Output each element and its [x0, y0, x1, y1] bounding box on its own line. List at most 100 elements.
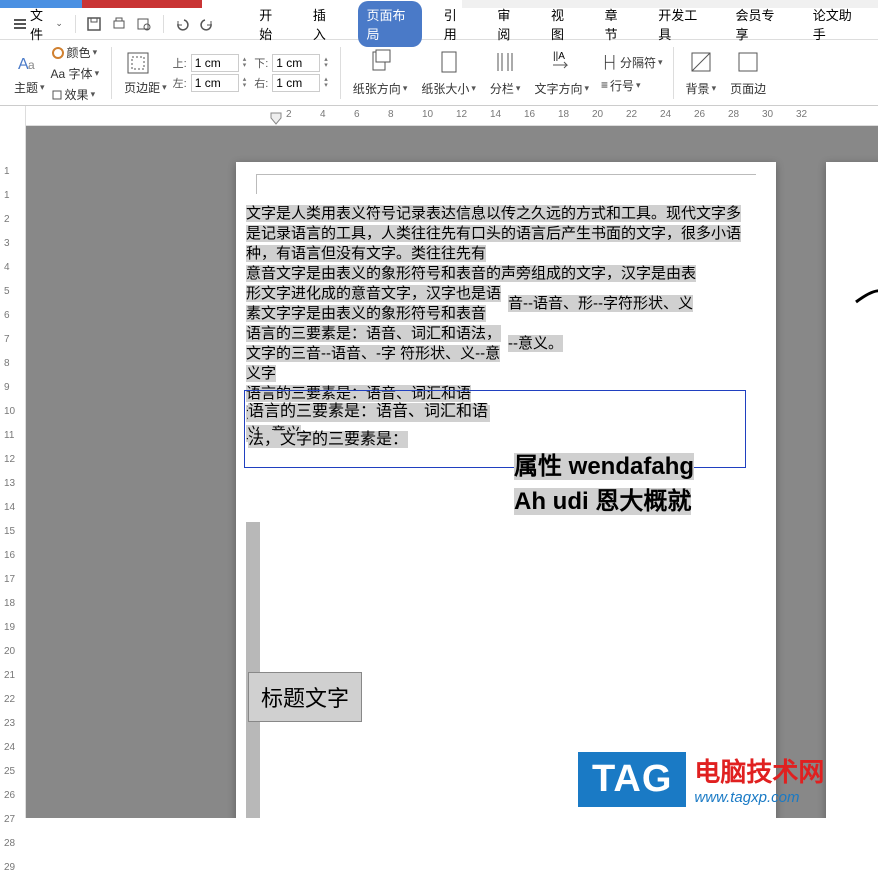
title-text-box[interactable]: 标题文字 — [248, 672, 362, 722]
ruler-active-area — [266, 108, 806, 124]
theme-icon[interactable]: Aa — [14, 49, 42, 77]
paper-dir-button[interactable]: 纸张方向▾ — [347, 43, 414, 103]
margin-bottom-input[interactable] — [272, 54, 320, 72]
h-tick: 24 — [660, 109, 671, 120]
paper-size-icon — [435, 48, 463, 76]
text-dir-button[interactable]: ||A 文字方向▾ — [528, 43, 595, 103]
v-tick: 3 — [4, 238, 10, 249]
theme-label[interactable]: 主题▾ — [14, 79, 45, 96]
page-container[interactable]: 文字是人类用表义符号记录表达信息以传之久远的方式和工具。现代文字多是记录语言的工… — [26, 126, 878, 818]
h-tick: 16 — [524, 109, 535, 120]
save-icon[interactable] — [84, 13, 105, 35]
v-tick: 7 — [4, 334, 10, 345]
v-tick: 25 — [4, 766, 15, 777]
preview-icon[interactable] — [134, 13, 155, 35]
redo-icon[interactable] — [196, 13, 217, 35]
para-1-full[interactable]: 文字是人类用表义符号记录表达信息以传之久远的方式和工具。现代文字多是记录语言的工… — [246, 205, 741, 262]
page-border-button[interactable]: 页面边 — [724, 43, 772, 103]
menu-bar: 文件 ⌄ 开始 插入 页面布局 引用 审阅 视图 章节 开发工具 会员专享 论文… — [0, 8, 878, 40]
separator — [75, 15, 76, 33]
tag-logo: TAG — [578, 752, 686, 807]
para-2a[interactable]: 意音文字是由表义的象形符号和表音的声旁组成的文字，汉字是由表 — [246, 265, 696, 282]
big-text-1[interactable]: 属性 wendafahg — [514, 453, 694, 480]
right-text-2[interactable]: --意义。 — [508, 335, 563, 352]
spinner[interactable]: ▴▾ — [324, 57, 328, 69]
h-tick: 10 — [422, 109, 433, 120]
gray-bar-vert — [246, 522, 260, 818]
file-label: 文件 — [30, 5, 53, 43]
margin-guide — [256, 174, 756, 194]
ribbon-margin-group: 页边距▾ 上:▴▾ 下:▴▾ 左:▴▾ 右:▴▾ — [118, 43, 334, 103]
margin-label[interactable]: 页边距▾ — [124, 79, 167, 96]
v-tick: 14 — [4, 502, 15, 513]
paper-size-button[interactable]: 纸张大小▾ — [415, 43, 482, 103]
separator — [111, 47, 112, 99]
menu-devtools[interactable]: 开发工具 — [650, 1, 713, 47]
font-button[interactable]: Aa 字体▾ — [51, 65, 100, 82]
h-tick: 6 — [354, 109, 360, 120]
h-tick: 20 — [592, 109, 603, 120]
file-menu[interactable]: 文件 ⌄ — [10, 3, 67, 45]
vertical-ruler[interactable]: 1123456789101112131415161718192021222324… — [0, 106, 26, 818]
columns-button[interactable]: 分栏▾ — [484, 43, 527, 103]
v-tick: 1 — [4, 166, 10, 177]
v-tick: 16 — [4, 550, 15, 561]
menu-view[interactable]: 视图 — [543, 1, 583, 47]
print-icon[interactable] — [109, 13, 130, 35]
spinner[interactable]: ▴▾ — [243, 57, 247, 69]
v-tick: 8 — [4, 358, 10, 369]
v-tick: 23 — [4, 718, 15, 729]
frame-text[interactable]: 语言的三要素是：语音、词汇和语法，文字的三要素是： — [248, 403, 488, 448]
separator-button[interactable]: ├┤分隔符▾ — [601, 54, 663, 71]
color-button[interactable]: 颜色▾ — [51, 44, 100, 61]
menu-member[interactable]: 会员专享 — [728, 1, 791, 47]
h-tick: 26 — [694, 109, 705, 120]
line-no-button[interactable]: ≡行号▾ — [601, 77, 663, 94]
separator — [673, 47, 674, 99]
hamburger-icon — [14, 19, 26, 29]
menu-insert[interactable]: 插入 — [305, 1, 345, 47]
horizontal-ruler[interactable]: 2468101214161820222426283032 — [26, 106, 878, 126]
h-tick: 28 — [728, 109, 739, 120]
separator — [340, 47, 341, 99]
margin-top-label: 上: — [173, 55, 187, 71]
menu-reference[interactable]: 引用 — [436, 1, 476, 47]
menu-page-layout[interactable]: 页面布局 — [358, 1, 421, 47]
menu-thesis[interactable]: 论文助手 — [805, 1, 868, 47]
v-tick: 28 — [4, 838, 15, 849]
menu-chapter[interactable]: 章节 — [597, 1, 637, 47]
margin-top-input[interactable] — [191, 54, 239, 72]
v-tick: 15 — [4, 526, 15, 537]
v-tick: 26 — [4, 790, 15, 801]
right-text-1[interactable]: 音--语音、形--字符形状、义 — [508, 295, 693, 312]
para-2b[interactable]: 形文字进化成的意音文字，汉字也是语素文字 — [246, 285, 501, 322]
margin-right-input[interactable] — [272, 74, 320, 92]
spinner[interactable]: ▴▾ — [243, 77, 247, 89]
spinner[interactable]: ▴▾ — [324, 77, 328, 89]
tab-2[interactable] — [82, 0, 202, 8]
effect-button[interactable]: 效果▾ — [51, 86, 100, 103]
margin-left-label: 左: — [173, 75, 187, 91]
watermark-cn: 电脑技术网 — [694, 752, 824, 789]
svg-text:||A: ||A — [553, 51, 565, 62]
h-tick: 4 — [320, 109, 326, 120]
menu-review[interactable]: 审阅 — [489, 1, 529, 47]
menu-start[interactable]: 开始 — [251, 1, 291, 47]
v-tick: 22 — [4, 694, 15, 705]
h-tick: 32 — [796, 109, 807, 120]
margin-left-input[interactable] — [191, 74, 239, 92]
v-tick: 13 — [4, 478, 15, 489]
indent-marker-icon[interactable] — [270, 112, 282, 126]
margin-icon[interactable] — [124, 49, 152, 77]
background-button[interactable]: 背景▾ — [680, 43, 723, 103]
para-3a[interactable]: 语言的三要素是：语音、词汇和语法，文字的三音--语音、-字 符形状、义--意义 — [246, 325, 501, 382]
v-tick: 1 — [4, 190, 10, 201]
page-1: 文字是人类用表义符号记录表达信息以传之久远的方式和工具。现代文字多是记录语言的工… — [236, 162, 776, 818]
document-area: 1123456789101112131415161718192021222324… — [0, 106, 878, 818]
big-text-2[interactable]: Ah udi 恩大概就 — [514, 488, 691, 515]
h-tick: 2 — [286, 109, 292, 120]
undo-icon[interactable] — [171, 13, 192, 35]
h-tick: 22 — [626, 109, 637, 120]
svg-text:a: a — [28, 58, 35, 72]
v-tick: 6 — [4, 310, 10, 321]
